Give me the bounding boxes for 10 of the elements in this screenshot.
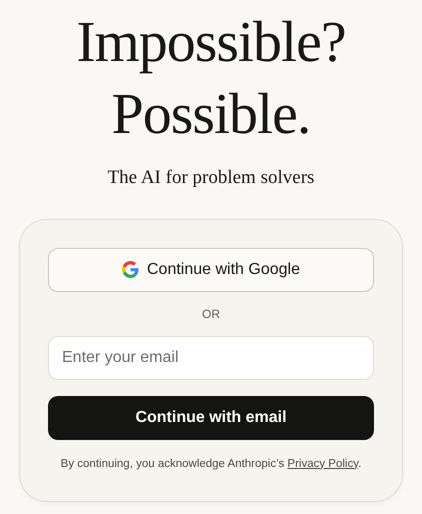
g-logo-icon xyxy=(122,261,139,278)
headline: Possible. xyxy=(112,80,310,148)
tagline: The AI for problem solvers xyxy=(108,166,314,190)
legal-notice: By continuing, you acknowledge Anthropic’s Privacy Policy. xyxy=(60,456,362,472)
email-button[interactable]: Continue with email xyxy=(48,396,374,440)
email-field[interactable]: Enter your email xyxy=(48,336,374,380)
headline: Impossible? xyxy=(76,8,346,76)
privacy-policy-link[interactable]: Privacy Policy xyxy=(287,458,358,470)
google-button[interactable]: Continue with Google xyxy=(48,248,374,292)
divider-label: OR xyxy=(202,306,220,322)
